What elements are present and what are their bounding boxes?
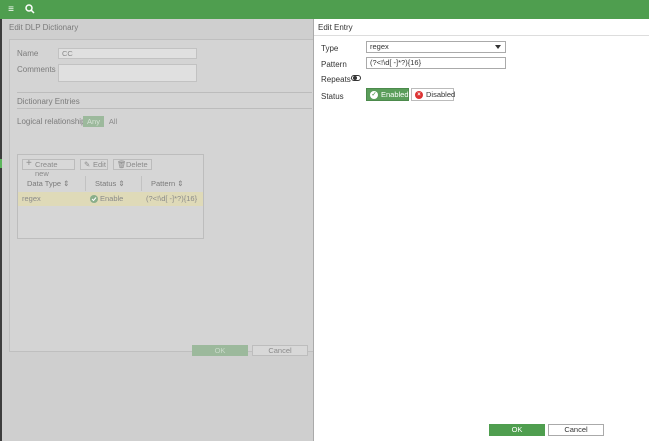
pattern-label: Pattern [321, 60, 347, 69]
delete-button[interactable]: 🗑 Delete [113, 159, 152, 170]
comments-label: Comments [17, 65, 56, 74]
type-label: Type [321, 44, 339, 53]
column-header-data-type[interactable]: Data Type ⇕ [18, 176, 86, 191]
edit-button[interactable]: ✎ Edit [80, 159, 108, 170]
comments-field[interactable] [58, 64, 197, 82]
cell-data-type: regex [22, 194, 41, 203]
chevron-down-icon [495, 45, 501, 49]
dialog-divider [314, 35, 649, 36]
status-disabled-button[interactable]: × Disabled [411, 88, 456, 101]
background-title: Edit DLP Dictionary [9, 23, 79, 32]
logical-relationship-label: Logical relationship [17, 117, 86, 126]
top-bar: ≡ [0, 0, 649, 19]
ok-button[interactable]: OK [489, 424, 545, 436]
type-select[interactable]: regex [366, 41, 506, 53]
x-circle-icon: × [415, 91, 423, 99]
edit-entry-dialog: Edit Entry Type regex Pattern (?<!\d[ -]… [313, 19, 649, 441]
toggle-knob [353, 76, 357, 80]
background-cancel-button[interactable]: Cancel [252, 345, 308, 356]
cell-pattern: (?<!\d[ -]*?){16} [146, 194, 198, 203]
dialog-title: Edit Entry [318, 23, 353, 32]
logical-all-option[interactable]: All [104, 116, 122, 127]
hamburger-icon[interactable]: ≡ [5, 4, 17, 15]
search-icon[interactable] [24, 4, 36, 15]
divider [17, 108, 312, 109]
entries-section-title: Dictionary Entries [17, 97, 80, 106]
status-label: Status [321, 92, 344, 101]
trash-icon: 🗑 [117, 160, 127, 169]
column-header-status[interactable]: Status ⇕ [86, 176, 142, 191]
background-ok-button[interactable]: OK [192, 345, 248, 356]
cell-status: Enable [100, 194, 124, 203]
create-new-button[interactable]: + Create new [22, 158, 75, 178]
column-header-pattern[interactable]: Pattern ⇕ [142, 176, 203, 191]
background-panel: Edit DLP Dictionary Name CC Comments Dic… [2, 19, 314, 441]
entries-table: + Create new ✎ Edit 🗑 Delete Data Type ⇕… [17, 154, 204, 239]
table-row[interactable]: regex Enable (?<!\d[ -]*?){16} [18, 192, 203, 206]
status-enabled-label: Enabled [381, 90, 409, 99]
cancel-button[interactable]: Cancel [548, 424, 604, 436]
repeats-toggle[interactable] [351, 75, 361, 81]
edit-label: Edit [93, 160, 106, 169]
check-circle-icon [90, 192, 98, 206]
pencil-icon: ✎ [84, 160, 91, 169]
status-enabled-button[interactable]: ✓ Enabled [366, 88, 409, 101]
repeats-label: Repeats [321, 75, 351, 84]
plus-icon: + [26, 158, 32, 169]
logical-any-option[interactable]: Any [83, 116, 104, 127]
type-select-value: regex [370, 42, 389, 51]
divider [17, 92, 312, 93]
status-disabled-label: Disabled [426, 90, 456, 99]
name-field[interactable]: CC [58, 48, 197, 59]
name-label: Name [17, 49, 39, 58]
check-circle-icon: ✓ [370, 91, 378, 99]
delete-label: Delete [126, 160, 148, 169]
background-form: Name CC Comments Dictionary Entries Logi… [9, 39, 314, 352]
pattern-input[interactable]: (?<!\d[ -]*?){16} [366, 57, 506, 69]
